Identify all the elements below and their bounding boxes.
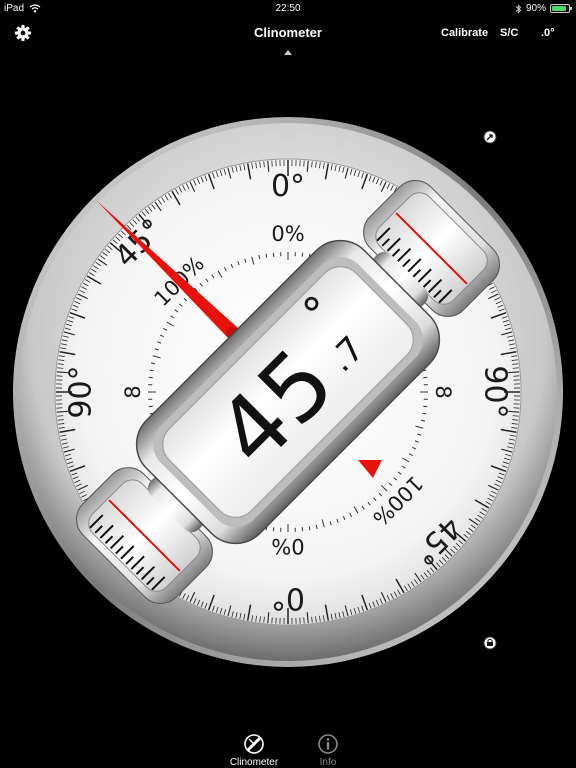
label-right-degrees: 90° (478, 365, 513, 418)
tab-info[interactable]: Info (293, 733, 363, 768)
tab-clinometer-label: Clinometer (229, 757, 279, 768)
lock-button[interactable] (483, 636, 497, 650)
clinometer-dial: 0° 0° 90° 90° 45° 45° 0% 0% 8 8 100% 100… (13, 117, 563, 667)
page-title: Clinometer (254, 25, 322, 40)
rotate-lock-button[interactable] (483, 130, 497, 144)
battery-percent: 90% (525, 3, 546, 14)
label-top-percent: 0% (271, 222, 304, 246)
tab-info-label: Info (319, 757, 337, 768)
inner-tick (422, 412, 427, 415)
label-bottom-degrees: 0° (271, 581, 305, 616)
label-left-infinity: 8 (121, 385, 145, 398)
nav-bar: Clinometer Calibrate S/C .0° (0, 18, 576, 55)
info-icon (318, 734, 338, 754)
clinometer-icon (244, 734, 264, 754)
label-right-infinity: 8 (431, 385, 455, 398)
bluetooth-icon (515, 3, 522, 14)
battery-fill (552, 6, 567, 11)
status-time: 22:50 (275, 3, 301, 14)
battery-icon (550, 4, 572, 13)
precision-button[interactable]: .0° (541, 27, 555, 39)
tab-clinometer[interactable]: Clinometer (219, 733, 289, 768)
sc-button[interactable]: S/C (500, 27, 518, 39)
label-left-degrees: 90° (64, 365, 99, 418)
label-bottom-percent: 0% (271, 534, 304, 558)
inner-tick (265, 253, 268, 258)
label-top-degrees: 0° (271, 169, 305, 204)
calibrate-button[interactable]: Calibrate (441, 27, 488, 39)
inner-tick (308, 526, 311, 531)
inner-tick (149, 369, 154, 372)
tab-bar: Clinometer Info (0, 728, 576, 768)
status-bar: iPad 22:50 90% (0, 0, 576, 18)
